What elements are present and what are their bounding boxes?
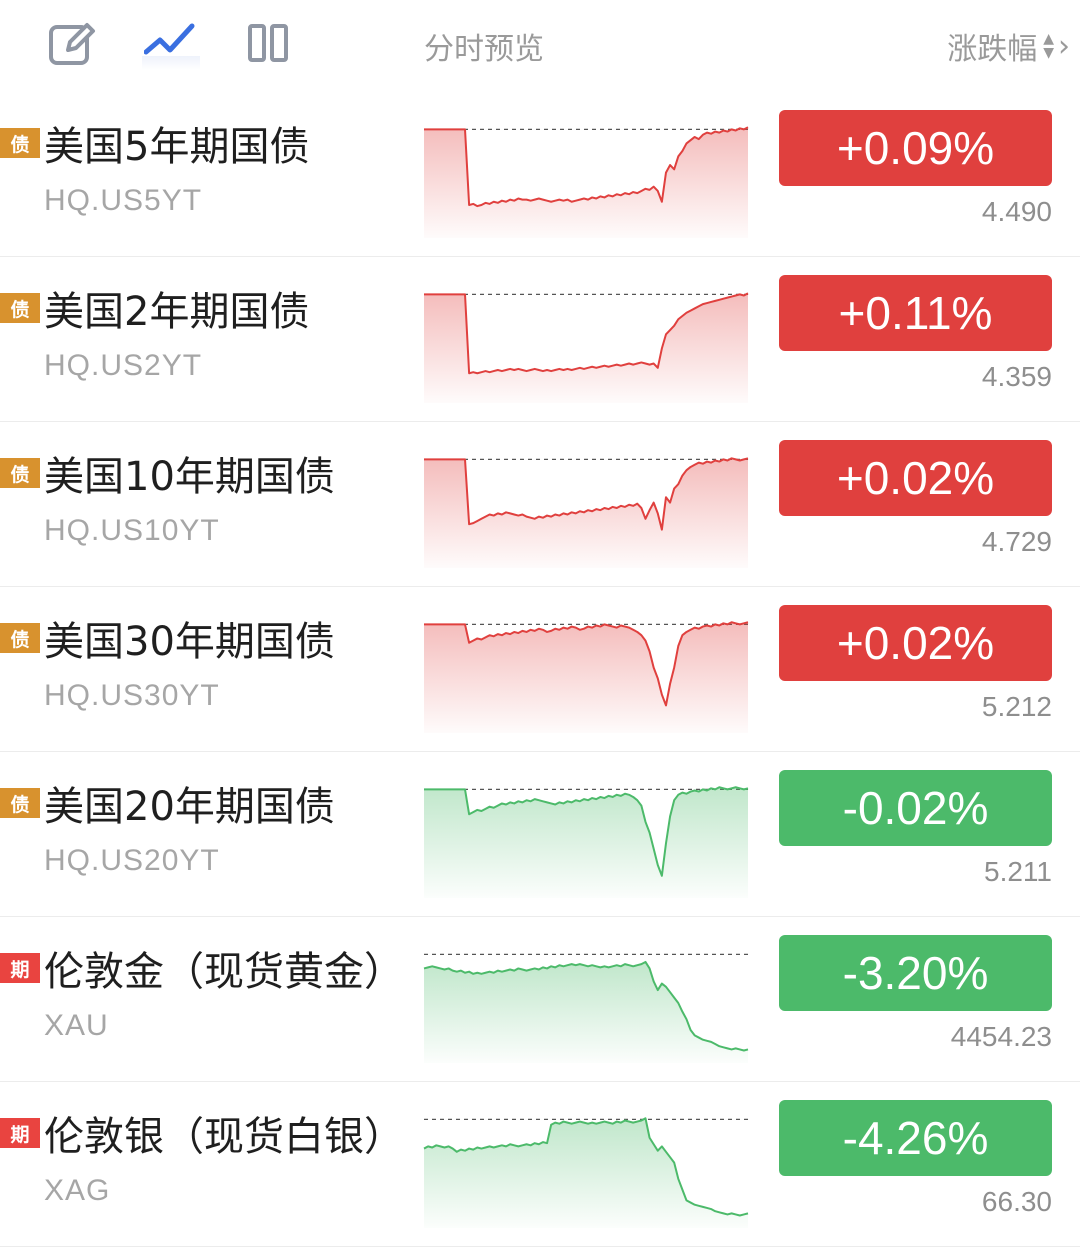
sparkline-area — [424, 293, 748, 403]
intraday-sparkline — [424, 126, 749, 238]
change-percent-badge[interactable]: -3.20% — [779, 935, 1052, 1011]
instrument-name: 美国5年期国债 — [44, 124, 310, 170]
last-price: 4.490 — [981, 196, 1052, 227]
last-price: 4454.23 — [950, 1021, 1052, 1052]
change-percent-badge[interactable]: -0.02% — [779, 770, 1052, 846]
change-percent-badge[interactable]: +0.02% — [779, 440, 1052, 516]
market-type-tag: 债 — [0, 788, 40, 818]
change-percent-badge[interactable]: +0.11% — [779, 275, 1052, 351]
quote-row[interactable]: 债美国5年期国债 HQ.US5YT +0.09% 4.490 — [0, 92, 1080, 257]
instrument-code: HQ.US20YT — [44, 844, 220, 877]
intraday-sparkline — [424, 292, 749, 403]
intraday-sparkline — [423, 1117, 749, 1228]
sparkline-area — [424, 458, 748, 568]
instrument-code: HQ.US2YT — [44, 349, 203, 382]
instrument-name: 伦敦金（现货黄金） — [44, 949, 404, 995]
quote-row[interactable]: 期伦敦金（现货黄金） XAU -3.20% 4454.23 — [0, 917, 1080, 1082]
quote-row[interactable]: 期伦敦银（现货白银） XAG -4.26% 66.30 — [0, 1082, 1080, 1247]
instrument-code: HQ.US30YT — [44, 679, 220, 712]
intraday-sparkline — [423, 953, 749, 1063]
intraday-sparkline — [424, 457, 749, 568]
columns-icon[interactable] — [244, 18, 296, 70]
sort-change-button[interactable]: 涨跌幅 ▲ ▼ › — [947, 24, 1070, 68]
market-type-tag: 债 — [0, 128, 40, 158]
last-price: 4.359 — [981, 361, 1052, 392]
chevron-right-icon: › — [1058, 28, 1070, 64]
line-chart-icon[interactable] — [144, 18, 196, 70]
sparkline-area — [424, 127, 748, 238]
instrument-code: HQ.US5YT — [44, 184, 203, 217]
instrument-name: 美国30年期国债 — [44, 619, 335, 665]
intraday-sparkline — [424, 786, 749, 898]
instrument-name: 美国20年期国债 — [44, 784, 335, 830]
last-price: 4.729 — [981, 526, 1052, 557]
instrument-code: HQ.US10YT — [44, 514, 220, 547]
quote-row[interactable]: 债美国20年期国债 HQ.US20YT -0.02% 5.211 — [0, 752, 1080, 917]
sparkline-area — [424, 961, 748, 1063]
quote-row[interactable]: 债美国10年期国债 HQ.US10YT +0.02% 4.729 — [0, 422, 1080, 587]
instrument-name: 伦敦银（现货白银） — [44, 1114, 404, 1160]
instrument-name: 美国10年期国债 — [44, 454, 335, 500]
market-type-tag: 债 — [0, 623, 40, 653]
quote-row[interactable]: 债美国2年期国债 HQ.US2YT +0.11% 4.359 — [0, 257, 1080, 422]
market-type-tag: 债 — [0, 293, 40, 323]
sort-label: 涨跌幅 — [947, 32, 1038, 67]
market-type-tag: 期 — [0, 953, 40, 983]
header-bar: 分时预览 涨跌幅 ▲ ▼ › — [0, 0, 1080, 90]
edit-icon[interactable] — [46, 18, 98, 70]
market-type-tag: 期 — [0, 1118, 40, 1148]
market-type-tag: 债 — [0, 458, 40, 488]
last-price: 5.212 — [981, 691, 1052, 722]
instrument-code: XAU — [44, 1009, 109, 1042]
preview-column-label: 分时预览 — [424, 32, 544, 67]
sort-arrows-icon: ▲ ▼ — [1043, 31, 1054, 61]
change-percent-badge[interactable]: -4.26% — [779, 1100, 1052, 1176]
sparkline-area — [424, 622, 748, 733]
last-price: 66.30 — [981, 1186, 1052, 1217]
last-price: 5.211 — [984, 856, 1052, 887]
quote-row[interactable]: 债美国30年期国债 HQ.US30YT +0.02% 5.212 — [0, 587, 1080, 752]
sparkline-area — [424, 787, 748, 898]
instrument-code: XAG — [44, 1174, 111, 1207]
change-percent-badge[interactable]: +0.02% — [779, 605, 1052, 681]
intraday-sparkline — [424, 621, 749, 733]
change-percent-badge[interactable]: +0.09% — [779, 110, 1052, 186]
instrument-name: 美国2年期国债 — [44, 289, 310, 335]
sparkline-area — [424, 1118, 748, 1228]
